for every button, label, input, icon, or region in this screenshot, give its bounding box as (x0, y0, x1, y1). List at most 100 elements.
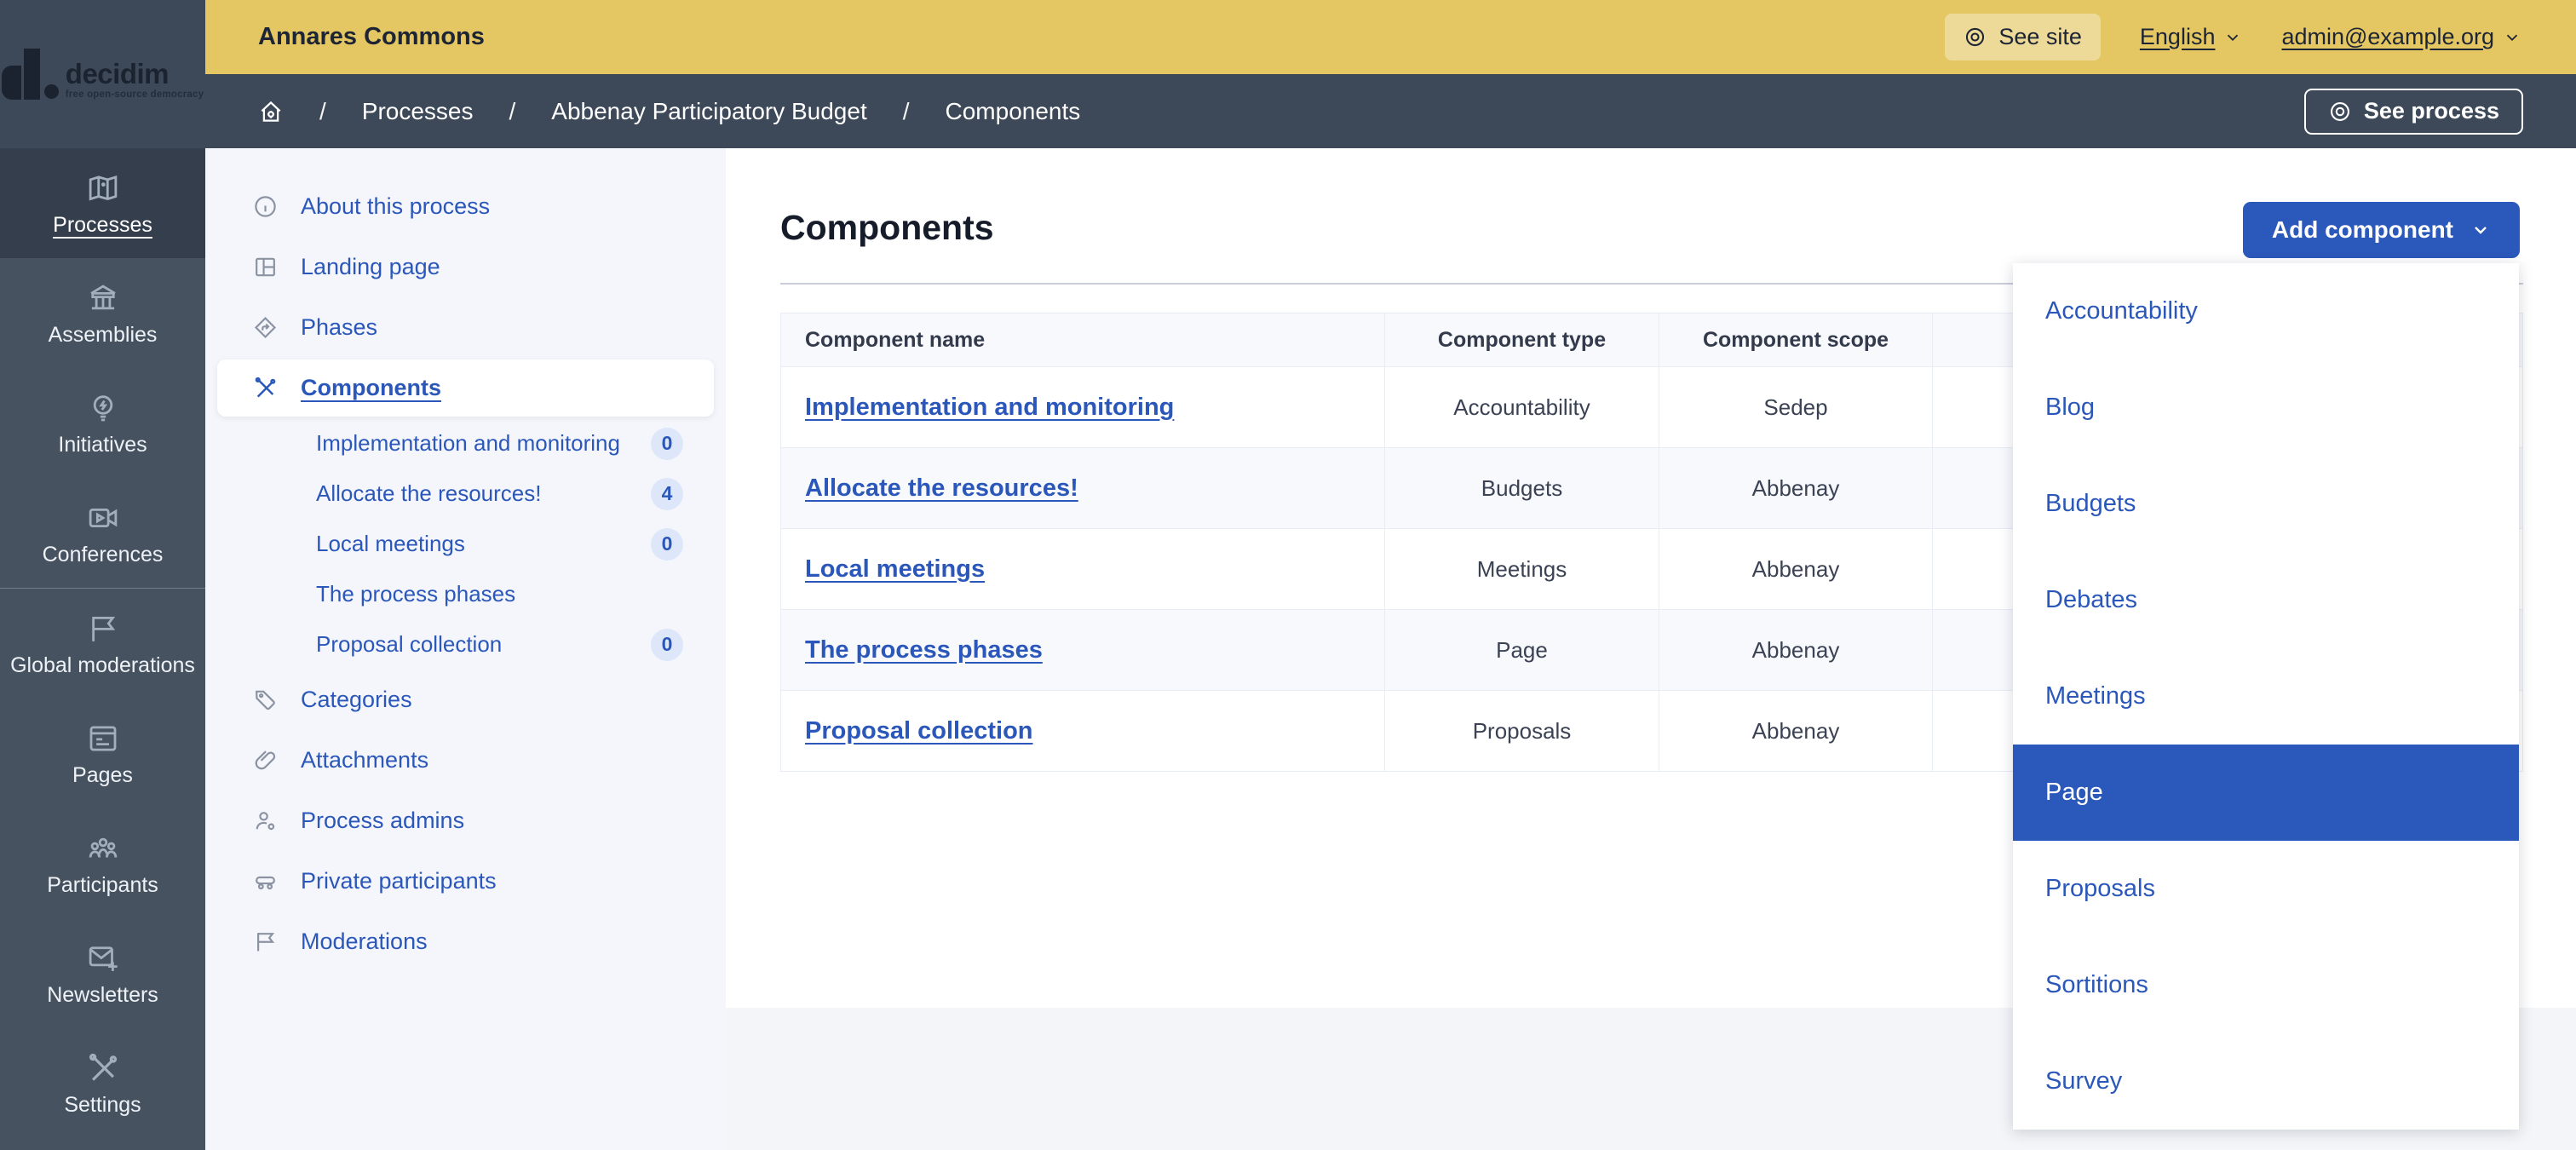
subnav-component-allocate[interactable]: Allocate the resources! 4 (205, 469, 726, 519)
subnav-item-process-admins[interactable]: Process admins (205, 791, 726, 851)
user-menu[interactable]: admin@example.org (2281, 24, 2521, 50)
breadcrumb-separator: / (319, 97, 326, 124)
info-icon (252, 193, 279, 220)
subnav-component-proposal-collection[interactable]: Proposal collection 0 (205, 619, 726, 670)
see-process-button[interactable]: See process (2303, 88, 2523, 135)
phases-icon (252, 314, 279, 341)
sidebar-item-conferences[interactable]: Conferences (0, 478, 205, 588)
component-link-label: The process phases (316, 581, 516, 607)
subnav-component-process-phases[interactable]: The process phases (205, 569, 726, 619)
component-scope-cell: Abbenay (1659, 609, 1933, 691)
sidebar-item-newsletters[interactable]: Newsletters (0, 918, 205, 1028)
menu-item-budgets[interactable]: Budgets (2013, 456, 2519, 552)
sidebar-item-pages[interactable]: Pages (0, 699, 205, 808)
component-name-link[interactable]: The process phases (805, 636, 1043, 664)
subnav-item-about[interactable]: About this process (205, 176, 726, 237)
tools-icon (85, 1050, 121, 1086)
subnav-item-label: Components (301, 375, 441, 400)
breadcrumb-separator: / (509, 97, 516, 124)
sidebar-item-label: Settings (64, 1092, 141, 1117)
sidebar-item-label: Assemblies (48, 322, 158, 347)
menu-item-meetings[interactable]: Meetings (2013, 648, 2519, 745)
component-link-label: Proposal collection (316, 631, 503, 657)
tools-icon (252, 375, 279, 401)
menu-item-proposals[interactable]: Proposals (2013, 841, 2519, 937)
subnav-item-categories[interactable]: Categories (205, 670, 726, 730)
component-type-cell: Meetings (1384, 528, 1659, 610)
breadcrumb-process-name[interactable]: Abbenay Participatory Budget (551, 98, 866, 125)
subnav-item-label: Categories (301, 687, 412, 712)
subnav-item-label: Moderations (301, 929, 428, 954)
subnav-item-label: About this process (301, 193, 491, 219)
menu-item-debates[interactable]: Debates (2013, 552, 2519, 648)
subnav-component-local-meetings[interactable]: Local meetings 0 (205, 519, 726, 569)
subnav-item-components[interactable]: Components (217, 359, 714, 417)
subnav-item-private-participants[interactable]: Private participants (205, 851, 726, 911)
page-title: Components (780, 208, 994, 247)
breadcrumb-processes[interactable]: Processes (362, 98, 474, 125)
sidebar-item-processes[interactable]: Processes (0, 148, 205, 258)
menu-item-blog[interactable]: Blog (2013, 359, 2519, 456)
menu-item-accountability[interactable]: Accountability (2013, 263, 2519, 359)
menu-item-sortitions[interactable]: Sortitions (2013, 937, 2519, 1033)
subnav-item-moderations[interactable]: Moderations (205, 911, 726, 972)
sidebar-item-global-moderations[interactable]: Global moderations (0, 589, 205, 699)
column-component-type: Component type (1384, 313, 1659, 367)
see-site-button[interactable]: See site (1945, 14, 2101, 60)
component-scope-cell: Abbenay (1659, 447, 1933, 529)
breadcrumb-components[interactable]: Components (946, 98, 1081, 125)
component-link-label: Implementation and monitoring (316, 430, 620, 456)
topbar-right-group: See site English admin@example.org (1945, 14, 2521, 60)
mail-add-icon (85, 940, 121, 976)
language-label: English (2139, 24, 2216, 49)
language-selector[interactable]: English (2140, 24, 2243, 50)
subnav-item-attachments[interactable]: Attachments (205, 730, 726, 791)
component-type-cell: Accountability (1384, 366, 1659, 448)
subnav-item-label: Landing page (301, 254, 440, 279)
subnav-component-implementation[interactable]: Implementation and monitoring 0 (205, 418, 726, 469)
paperclip-icon (252, 747, 279, 773)
sidebar-item-settings[interactable]: Settings (0, 1028, 205, 1138)
menu-item-survey[interactable]: Survey (2013, 1033, 2519, 1130)
flag-icon (85, 611, 121, 647)
menu-item-page[interactable]: Page (2013, 745, 2519, 841)
column-component-scope: Component scope (1659, 313, 1933, 367)
sidebar-item-initiatives[interactable]: Initiatives (0, 368, 205, 478)
sidebar-item-label: Pages (72, 762, 133, 787)
logo-wordmark: decidim (65, 57, 170, 89)
count-badge: 0 (651, 427, 683, 460)
component-link-label: Local meetings (316, 531, 465, 556)
subnav-item-phases[interactable]: Phases (205, 297, 726, 358)
sidebar-item-assemblies[interactable]: Assemblies (0, 258, 205, 368)
see-process-label: See process (2363, 98, 2499, 124)
component-name-link[interactable]: Proposal collection (805, 717, 1033, 745)
organization-name: Annares Commons (258, 23, 485, 50)
add-component-label: Add component (2271, 216, 2453, 243)
sidebar-item-label: Participants (47, 872, 158, 897)
decidim-logo[interactable]: decidim free open-source democracy (0, 0, 205, 148)
count-badge: 4 (651, 477, 683, 510)
eye-icon (2328, 100, 2352, 124)
component-type-cell: Page (1384, 609, 1659, 691)
sidebar-item-label: Newsletters (47, 982, 158, 1007)
page-icon (85, 721, 121, 756)
component-name-link[interactable]: Allocate the resources! (805, 474, 1078, 502)
component-name-link[interactable]: Local meetings (805, 555, 985, 583)
lightbulb-icon (85, 390, 121, 426)
subnav-item-label: Attachments (301, 747, 429, 773)
component-name-link[interactable]: Implementation and monitoring (805, 394, 1174, 421)
video-icon (85, 500, 121, 536)
home-icon[interactable] (258, 99, 284, 124)
logo-tagline: free open-source democracy (65, 89, 204, 100)
decidim-logomark-icon: decidim free open-source democracy (1, 49, 204, 100)
user-gear-icon (252, 808, 279, 834)
sidebar-item-label: Processes (53, 212, 152, 237)
breadcrumb-bar: / Processes / Abbenay Participatory Budg… (205, 74, 2576, 148)
group-icon (85, 831, 121, 866)
subnav-item-landing-page[interactable]: Landing page (205, 237, 726, 297)
add-component-button[interactable]: Add component (2242, 202, 2520, 258)
private-group-icon (252, 868, 279, 894)
main-sidebar: Processes Assemblies Initiatives Confere… (0, 148, 205, 1150)
component-type-cell: Budgets (1384, 447, 1659, 529)
sidebar-item-participants[interactable]: Participants (0, 808, 205, 918)
